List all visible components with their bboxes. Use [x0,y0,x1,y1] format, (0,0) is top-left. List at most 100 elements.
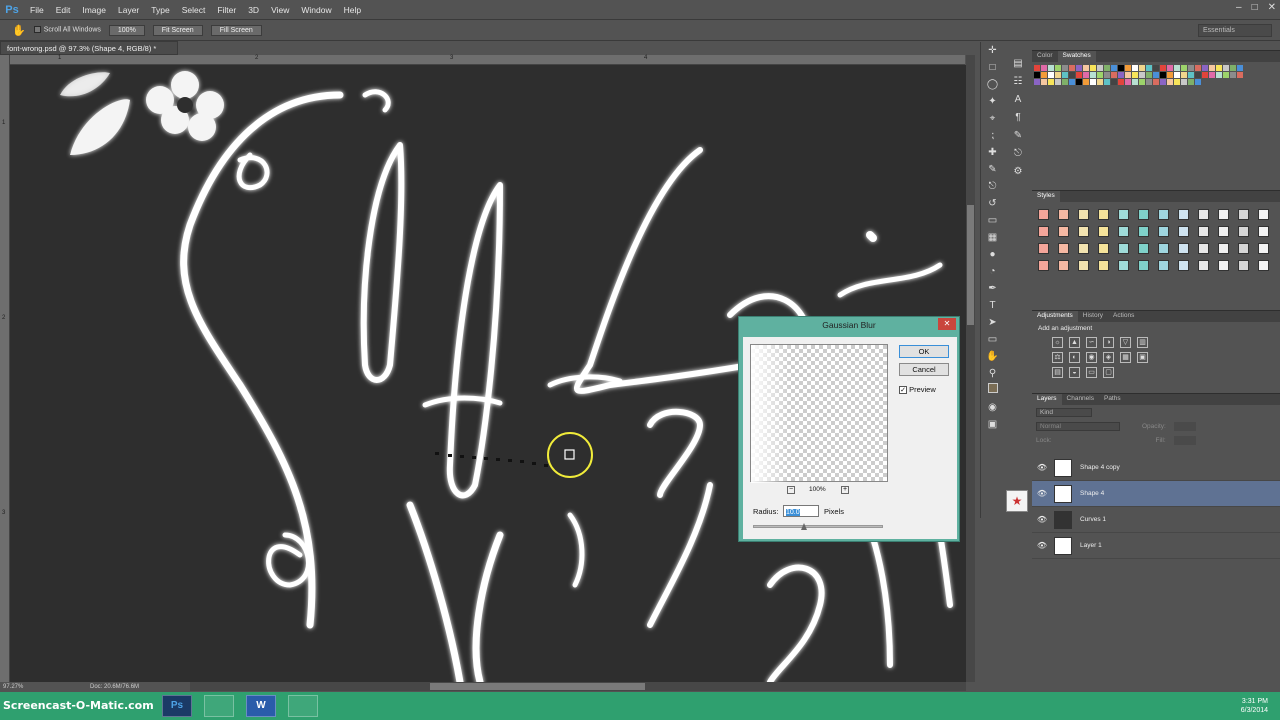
properties-icon[interactable]: ☷ [1006,73,1030,91]
swatch[interactable] [1139,65,1145,71]
workspace-select[interactable]: Essentials [1198,24,1272,37]
invert-icon[interactable]: ▣ [1137,352,1148,363]
blur-preview[interactable] [750,344,888,483]
style-swatch[interactable] [1178,226,1189,237]
style-swatch[interactable] [1118,209,1129,220]
zoom-in-icon[interactable]: + [841,486,849,494]
cancel-button[interactable]: Cancel [899,363,949,376]
horizontal-scrollbar[interactable] [190,682,966,691]
system-clock[interactable]: 3:31 PM 6/3/2014 [1241,697,1268,715]
style-swatch[interactable] [1218,260,1229,271]
swatch[interactable] [1174,79,1180,85]
type-tool-icon[interactable]: T [981,297,1004,314]
paragraph-icon[interactable]: ¶ [1006,109,1030,127]
brush-preset-icon[interactable]: ✎ [1006,127,1030,145]
swatch[interactable] [1069,65,1075,71]
quick-mask-icon[interactable]: ◉ [981,399,1004,416]
style-swatch[interactable] [1178,260,1189,271]
fill-screen-button[interactable]: Fill Screen [210,24,262,36]
style-swatch[interactable] [1098,260,1109,271]
swatch[interactable] [1146,79,1152,85]
ok-button[interactable]: OK [899,345,949,358]
tab-layers[interactable]: Layers [1032,394,1062,405]
layer-row[interactable]: 👁 Shape 4 copy [1032,455,1280,481]
swatch[interactable] [1209,72,1215,78]
swatch[interactable] [1076,79,1082,85]
swatch[interactable] [1118,65,1124,71]
mascot-icon[interactable]: ★ [1006,490,1028,512]
swatch[interactable] [1034,79,1040,85]
menu-filter[interactable]: Filter [211,5,242,15]
swatch[interactable] [1160,72,1166,78]
menu-file[interactable]: File [24,5,50,15]
selective-color-icon[interactable]: ▢ [1103,367,1114,378]
style-swatch[interactable] [1098,243,1109,254]
preview-checkbox[interactable]: ✓ Preview [899,385,936,395]
foreground-color-icon[interactable] [981,382,1004,399]
menu-help[interactable]: Help [338,5,367,15]
style-swatch[interactable] [1178,243,1189,254]
swatch[interactable] [1202,72,1208,78]
style-swatch[interactable] [1078,226,1089,237]
zoom-100-button[interactable]: 100% [108,24,145,36]
swatch[interactable] [1069,72,1075,78]
style-swatch[interactable] [1258,209,1269,220]
style-swatch[interactable] [1158,226,1169,237]
brush-tool-icon[interactable]: ✎ [981,161,1004,178]
levels-icon[interactable]: ▲ [1069,337,1080,348]
style-swatch[interactable] [1078,260,1089,271]
photoshop-taskbar-icon[interactable]: Ps [162,695,192,717]
style-swatch[interactable] [1098,226,1109,237]
magic-wand-icon[interactable]: ✦ [981,93,1004,110]
style-swatch[interactable] [1058,226,1069,237]
style-swatch[interactable] [1218,209,1229,220]
style-swatch[interactable] [1038,260,1049,271]
close-icon[interactable]: ✕ [938,318,956,330]
scroll-thumb[interactable] [430,683,645,690]
swatch[interactable] [1153,72,1159,78]
swatch[interactable] [1055,72,1061,78]
style-swatch[interactable] [1158,243,1169,254]
swatch[interactable] [1195,65,1201,71]
healing-brush-icon[interactable]: ✚ [981,144,1004,161]
swatch[interactable] [1090,79,1096,85]
swatch[interactable] [1083,79,1089,85]
zoom-out-icon[interactable]: − [787,486,795,494]
swatch[interactable] [1104,72,1110,78]
path-selection-icon[interactable]: ➤ [981,314,1004,331]
swatch[interactable] [1167,65,1173,71]
minimize-icon[interactable]: – [1236,2,1242,13]
hand-tool-icon[interactable]: ✋ [12,24,26,37]
swatch[interactable] [1090,65,1096,71]
style-swatch[interactable] [1058,209,1069,220]
history-panel-icon[interactable]: ▤ [1006,55,1030,73]
swatch[interactable] [1048,72,1054,78]
move-tool-icon[interactable]: ✛ [981,42,1004,59]
swatch[interactable] [1097,79,1103,85]
style-swatch[interactable] [1118,243,1129,254]
swatch[interactable] [1202,65,1208,71]
blur-tool-icon[interactable]: ● [981,246,1004,263]
radius-slider[interactable] [753,525,883,528]
swatch[interactable] [1160,65,1166,71]
hand-tool-icon[interactable]: ✋ [981,348,1004,365]
document-tab[interactable]: font-wrong.psd @ 97.3% (Shape 4, RGB/8) … [0,41,178,55]
visibility-eye-icon[interactable]: 👁 [1032,489,1052,498]
swatch[interactable] [1237,72,1243,78]
swatch[interactable] [1181,65,1187,71]
eyedropper-icon[interactable]: ⁏ [981,127,1004,144]
style-swatch[interactable] [1178,209,1189,220]
style-swatch[interactable] [1038,243,1049,254]
swatch[interactable] [1118,72,1124,78]
clone-source-icon[interactable]: ⎋ [1006,145,1030,163]
style-swatch[interactable] [1038,226,1049,237]
swatch[interactable] [1097,65,1103,71]
swatch[interactable] [1139,79,1145,85]
swatch[interactable] [1188,72,1194,78]
swatch[interactable] [1132,79,1138,85]
tab-swatches[interactable]: Swatches [1057,51,1096,62]
swatch[interactable] [1041,72,1047,78]
swatch[interactable] [1174,72,1180,78]
visibility-eye-icon[interactable]: 👁 [1032,515,1052,524]
layer-row-selected[interactable]: 👁 Shape 4 [1032,481,1280,507]
